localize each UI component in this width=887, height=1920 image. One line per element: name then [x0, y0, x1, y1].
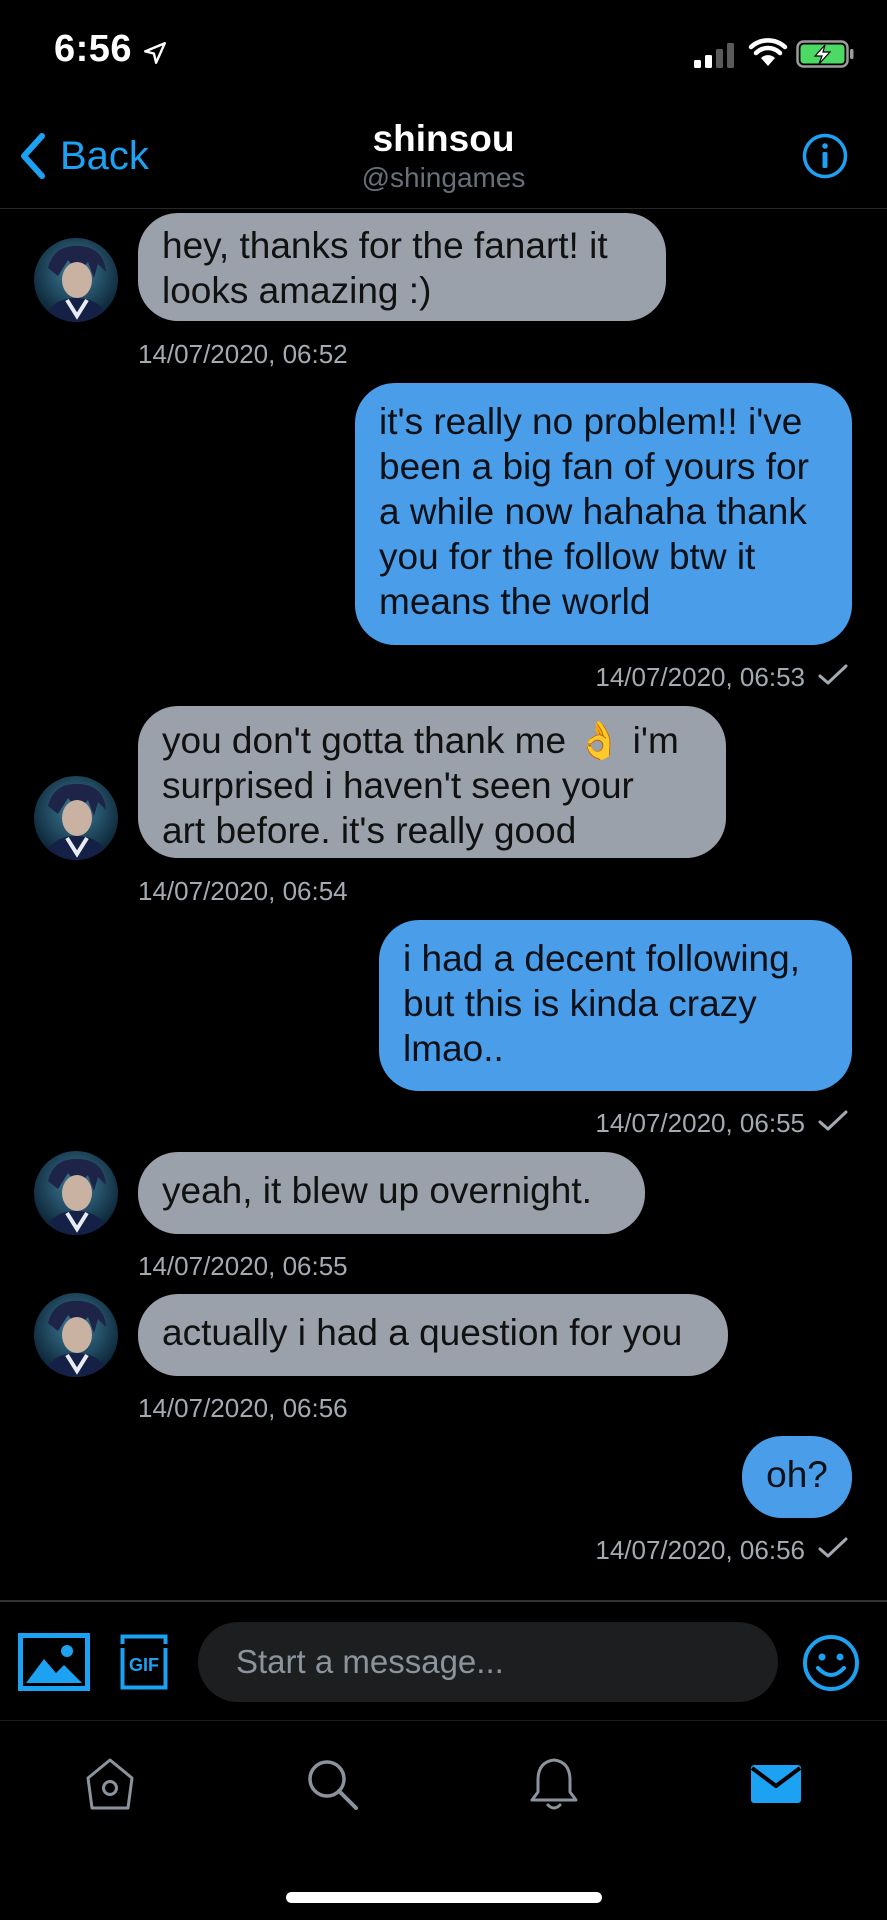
avatar-image — [34, 776, 118, 860]
message-timestamp: 14/07/2020, 06:52 — [138, 339, 348, 369]
message-line: art before. it's really good — [162, 810, 577, 851]
message-line: actually i had a question for you — [162, 1312, 683, 1353]
notifications-icon[interactable] — [526, 1756, 582, 1812]
message-line: been a big fan of yours for — [379, 446, 809, 487]
image-icon[interactable] — [18, 1633, 90, 1691]
info-icon[interactable] — [802, 133, 848, 179]
message-timestamp: 14/07/2020, 06:56 — [595, 1535, 805, 1565]
read-check-icon — [818, 1110, 848, 1131]
message-line: looks amazing :) — [162, 270, 432, 311]
location-arrow-icon — [144, 42, 166, 64]
home-indicator[interactable] — [286, 1892, 602, 1903]
message-line: yeah, it blew up overnight. — [162, 1170, 592, 1211]
gif-label: GIF — [129, 1655, 159, 1675]
avatar-image — [34, 1151, 118, 1235]
status-time: 6:56 — [54, 28, 133, 70]
compose-divider — [0, 1600, 887, 1602]
message-timestamp: 14/07/2020, 06:56 — [138, 1393, 348, 1423]
message-line: you don't gotta thank me 👌 i'm — [162, 720, 679, 761]
battery-charging-icon — [796, 40, 854, 68]
message-input[interactable] — [198, 1622, 778, 1702]
message-line: but this is kinda crazy — [403, 983, 757, 1024]
message-line: lmao.. — [403, 1028, 504, 1069]
message-timestamp: 14/07/2020, 06:55 — [595, 1108, 805, 1138]
emoji-icon[interactable] — [802, 1634, 860, 1692]
message-timestamp: 14/07/2020, 06:54 — [138, 876, 348, 906]
read-check-icon — [818, 664, 848, 685]
avatar-image — [34, 238, 118, 322]
search-icon[interactable] — [304, 1756, 360, 1812]
message-line: i had a decent following, — [403, 938, 800, 979]
message-line: surprised i haven't seen your — [162, 765, 634, 806]
cellular-signal-icon — [694, 43, 734, 68]
contact-avatar[interactable] — [34, 238, 118, 322]
message-line: hey, thanks for the fanart! it — [162, 225, 608, 266]
message-line: oh? — [766, 1454, 828, 1495]
message-bubble-incoming[interactable]: yeah, it blew up overnight. — [138, 1152, 645, 1234]
message-bubble-incoming[interactable]: actually i had a question for you — [138, 1294, 728, 1376]
message-bubble-incoming[interactable]: you don't gotta thank me 👌 i'm surprised… — [138, 706, 726, 858]
message-bubble-outgoing[interactable]: oh? — [742, 1436, 852, 1518]
contact-avatar[interactable] — [34, 1151, 118, 1235]
tab-bar-divider — [0, 1720, 887, 1721]
wifi-icon — [748, 38, 788, 66]
conversation-handle: @shingames — [361, 162, 526, 193]
message-line: you for the follow btw it — [379, 536, 756, 577]
contact-avatar[interactable] — [34, 776, 118, 860]
messages-icon[interactable] — [748, 1756, 804, 1812]
header-divider — [0, 208, 887, 209]
message-bubble-outgoing[interactable]: it's really no problem!! i've been a big… — [355, 383, 852, 645]
conversation-name: shinsou — [372, 118, 515, 159]
message-line: a while now hahaha thank — [379, 491, 807, 532]
message-bubble-incoming[interactable]: hey, thanks for the fanart! it looks ama… — [138, 213, 666, 321]
message-timestamp: 14/07/2020, 06:53 — [595, 662, 805, 692]
message-line: it's really no problem!! i've — [379, 401, 803, 442]
avatar-image — [34, 1293, 118, 1377]
gif-icon[interactable]: GIF — [120, 1634, 168, 1690]
read-check-icon — [818, 1537, 848, 1558]
message-bubble-outgoing[interactable]: i had a decent following, but this is ki… — [379, 920, 852, 1091]
message-line: means the world — [379, 581, 651, 622]
home-icon[interactable] — [82, 1756, 138, 1812]
contact-avatar[interactable] — [34, 1293, 118, 1377]
message-timestamp: 14/07/2020, 06:55 — [138, 1251, 348, 1281]
